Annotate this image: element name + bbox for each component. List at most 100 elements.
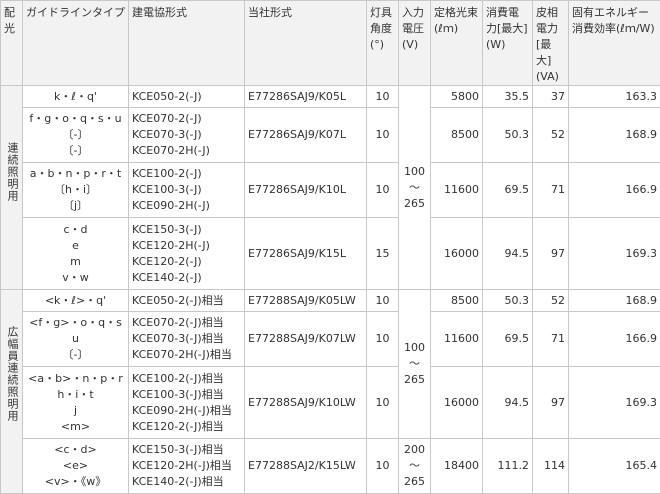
- header-efficiency: 固有エネルギー消費効率(ℓｍ/W): [569, 1, 660, 86]
- header-input-voltage: 入力電圧(V): [399, 1, 431, 86]
- kensetsu-line: KCE150-3(-J)相当: [132, 442, 241, 458]
- guide-line: <c・d>: [26, 442, 125, 458]
- efficiency-cell: 169.3: [569, 218, 660, 290]
- watt-cell: 111.2: [483, 439, 533, 494]
- lumen-cell: 11600: [431, 312, 483, 367]
- va-cell: 97: [533, 218, 569, 290]
- kensetsu-line: KCE120-2(-J): [132, 254, 241, 270]
- kensetsu-line: KCE150-3(-J): [132, 222, 241, 238]
- efficiency-cell: 163.3: [569, 86, 660, 108]
- model-cell: E77286SAJ9/K15L: [245, 218, 367, 290]
- header-guideline-type: ガイドラインタイプ: [23, 1, 129, 86]
- category-continuous: 連続照明用: [1, 86, 23, 290]
- header-power-max: 消費電力[最大](W): [483, 1, 533, 86]
- guide-line: e: [26, 238, 125, 254]
- table-row: <f・g>・o・q・s u 〔-〕 KCE070-2(-J)相当 KCE070-…: [1, 312, 660, 367]
- model-cell: E77286SAJ9/K10L: [245, 163, 367, 218]
- kensetsu-line: KCE100-2(-J)相当: [132, 371, 241, 387]
- efficiency-cell: 166.9: [569, 163, 660, 218]
- guide-line: 〔-〕: [26, 347, 125, 363]
- header-our-model: 当社形式: [245, 1, 367, 86]
- kensetsu-line: KCE100-3(-J): [132, 182, 241, 198]
- kensetsu-line: KCE070-2H(-J)相当: [132, 347, 241, 363]
- kensetsu-line: KCE070-2(-J): [132, 111, 241, 127]
- guide-line: <v>・《w》: [26, 474, 125, 490]
- guide-line: 〔j〕: [26, 198, 125, 214]
- angle-cell: 10: [367, 312, 399, 367]
- model-cell: E77286SAJ9/K07L: [245, 108, 367, 163]
- watt-cell: 50.3: [483, 108, 533, 163]
- model-cell: E77288SAJ9/K10LW: [245, 367, 367, 439]
- lumen-cell: 11600: [431, 163, 483, 218]
- guide-line: u: [26, 331, 125, 347]
- category-wide-continuous: 広幅員連続照明用: [1, 290, 23, 494]
- voltage-cell: 100 ～ 265: [399, 86, 431, 290]
- guide-line: <a・b>・n・p・r: [26, 371, 125, 387]
- model-cell: E77288SAJ2/K15LW: [245, 439, 367, 494]
- voltage-cell: 200 ～ 265: [399, 439, 431, 494]
- angle-cell: 10: [367, 439, 399, 494]
- voltage-cell: 100 ～ 265: [399, 290, 431, 439]
- guide-line: <k・ℓ>・q': [26, 293, 125, 309]
- table-row: f・g・o・q・s・u 〔-〕 〔-〕 KCE070-2(-J) KCE070-…: [1, 108, 660, 163]
- table-row: <c・d> <e> <v>・《w》 KCE150-3(-J)相当 KCE120-…: [1, 439, 660, 494]
- lumen-cell: 18400: [431, 439, 483, 494]
- lumen-cell: 8500: [431, 290, 483, 312]
- watt-cell: 35.5: [483, 86, 533, 108]
- efficiency-cell: 166.9: [569, 312, 660, 367]
- guide-line: <f・g>・o・q・s: [26, 315, 125, 331]
- lumen-cell: 16000: [431, 367, 483, 439]
- header-light-distribution: 配光: [1, 1, 23, 86]
- guide-line: 〔h・i〕: [26, 182, 125, 198]
- watt-cell: 50.3: [483, 290, 533, 312]
- lumen-cell: 8500: [431, 108, 483, 163]
- va-cell: 52: [533, 108, 569, 163]
- efficiency-cell: 168.9: [569, 290, 660, 312]
- table-row: 広幅員連続照明用 <k・ℓ>・q' KCE050-2(-J)相当 E77288S…: [1, 290, 660, 312]
- model-cell: E77288SAJ9/K05LW: [245, 290, 367, 312]
- kensetsu-line: KCE120-2(-J)相当: [132, 419, 241, 435]
- kensetsu-line: KCE120-2H(-J)相当: [132, 458, 241, 474]
- header-kensetsu-type: 建電協形式: [129, 1, 245, 86]
- efficiency-cell: 168.9: [569, 108, 660, 163]
- kensetsu-line: KCE070-3(-J)相当: [132, 331, 241, 347]
- kensetsu-line: KCE090-2H(-J)相当: [132, 403, 241, 419]
- efficiency-cell: 165.4: [569, 439, 660, 494]
- watt-cell: 69.5: [483, 163, 533, 218]
- angle-cell: 10: [367, 163, 399, 218]
- kensetsu-line: KCE090-2H(-J): [132, 198, 241, 214]
- table-row: 連続照明用 k・ℓ・q' KCE050-2(-J) E77286SAJ9/K05…: [1, 86, 660, 108]
- angle-cell: 10: [367, 108, 399, 163]
- header-row: 配光 ガイドラインタイプ 建電協形式 当社形式 灯具角度(°) 入力電圧(V) …: [1, 1, 660, 86]
- guide-line: f・g・o・q・s・u: [26, 111, 125, 127]
- guide-line: a・b・n・p・r・t: [26, 166, 125, 182]
- va-cell: 114: [533, 439, 569, 494]
- kensetsu-line: KCE140-2(-J)相当: [132, 474, 241, 490]
- guide-line: 〔-〕: [26, 127, 125, 143]
- guide-line: h・i・t: [26, 387, 125, 403]
- model-cell: E77288SAJ9/K07LW: [245, 312, 367, 367]
- kensetsu-line: KCE100-3(-J)相当: [132, 387, 241, 403]
- kensetsu-line: KCE050-2(-J)相当: [132, 293, 241, 309]
- kensetsu-line: KCE120-2H(-J): [132, 238, 241, 254]
- header-apparent-power: 皮相電力[最大](VA): [533, 1, 569, 86]
- model-cell: E77286SAJ9/K05L: [245, 86, 367, 108]
- kensetsu-line: KCE140-2(-J): [132, 270, 241, 286]
- va-cell: 97: [533, 367, 569, 439]
- table-row: <a・b>・n・p・r h・i・t j <m> KCE100-2(-J)相当 K…: [1, 367, 660, 439]
- guide-line: <e>: [26, 458, 125, 474]
- va-cell: 37: [533, 86, 569, 108]
- va-cell: 71: [533, 312, 569, 367]
- kensetsu-line: KCE070-3(-J): [132, 127, 241, 143]
- va-cell: 52: [533, 290, 569, 312]
- guide-line: 〔-〕: [26, 143, 125, 159]
- table-row: a・b・n・p・r・t 〔h・i〕 〔j〕 KCE100-2(-J) KCE10…: [1, 163, 660, 218]
- watt-cell: 94.5: [483, 367, 533, 439]
- guide-line: j: [26, 403, 125, 419]
- kensetsu-line: KCE050-2(-J): [132, 89, 241, 105]
- header-rated-flux: 定格光束(ℓｍ): [431, 1, 483, 86]
- efficiency-cell: 169.3: [569, 367, 660, 439]
- guide-line: k・ℓ・q': [26, 89, 125, 105]
- lumen-cell: 16000: [431, 218, 483, 290]
- angle-cell: 10: [367, 86, 399, 108]
